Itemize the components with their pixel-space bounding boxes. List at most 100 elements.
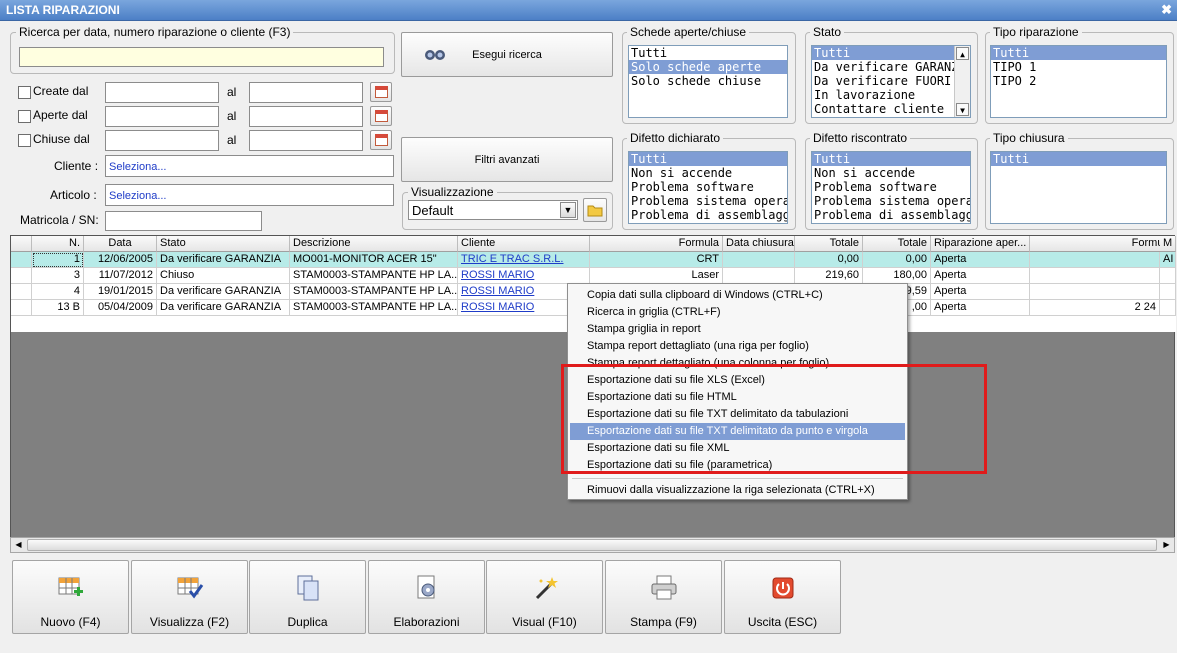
visual-button[interactable]: Visual (F10) [486, 560, 603, 634]
cell[interactable] [1160, 300, 1176, 316]
schede-list[interactable]: Tutti Solo schede aperte Solo schede chi… [628, 45, 788, 118]
list-item[interactable]: Tutti [991, 46, 1166, 60]
difetto-dichiarato-list[interactable]: Tutti Non si accende Problema software P… [628, 151, 788, 224]
list-item[interactable]: Tutti [629, 152, 787, 166]
client-select[interactable]: Seleziona... [105, 155, 394, 177]
cell[interactable]: 4 [32, 284, 84, 300]
cell[interactable]: 12/06/2005 [84, 252, 157, 268]
cell[interactable]: Da verificare GARANZIA [157, 300, 290, 316]
list-item[interactable]: TIPO 2 [991, 74, 1166, 88]
cell[interactable]: 13 B [32, 300, 84, 316]
cell[interactable]: 219,60 [795, 268, 863, 284]
cell[interactable] [723, 252, 795, 268]
column-header[interactable]: Formula [590, 236, 723, 252]
menu-item-search-grid[interactable]: Ricerca in griglia (CTRL+F) [570, 304, 905, 321]
chevron-left-icon[interactable]: ◀ [12, 539, 25, 551]
exit-button[interactable]: Uscita (ESC) [724, 560, 841, 634]
column-header[interactable]: Data chiusura [723, 236, 795, 252]
list-item[interactable]: Tutti [629, 46, 787, 60]
cell[interactable]: ROSSI MARIO [458, 268, 590, 284]
list-item[interactable]: Problema software [812, 180, 970, 194]
cell[interactable] [1030, 284, 1160, 300]
menu-item-print-grid[interactable]: Stampa griglia in report [570, 321, 905, 338]
column-header[interactable]: N. [32, 236, 84, 252]
cell[interactable]: Da verificare GARANZIA [157, 284, 290, 300]
cell[interactable]: 180,00 [863, 268, 931, 284]
calendar-icon[interactable] [370, 130, 392, 150]
menu-item-print-row-report[interactable]: Stampa report dettagliato (una riga per … [570, 338, 905, 355]
cell[interactable]: Aperta [931, 252, 1030, 268]
tipo-chiusura-list[interactable]: Tutti [990, 151, 1167, 224]
list-item[interactable]: Tutti [812, 46, 970, 60]
tipo-riparazione-list[interactable]: Tutti TIPO 1 TIPO 2 [990, 45, 1167, 118]
list-item[interactable]: Problema di assemblagg [812, 208, 970, 222]
menu-item-copy-clipboard[interactable]: Copia dati sulla clipboard di Windows (C… [570, 287, 905, 304]
list-item[interactable]: Problema di assemblagg [629, 208, 787, 222]
list-item[interactable]: Da verificare FUORI GA [812, 74, 970, 88]
cell[interactable]: Aperta [931, 300, 1030, 316]
opened-from-field[interactable] [105, 106, 219, 127]
folder-button[interactable] [583, 198, 607, 222]
menu-item-remove-row[interactable]: Rimuovi dalla visualizzazione la riga se… [570, 482, 905, 499]
list-item[interactable]: Da verificare GARANZI [812, 60, 970, 74]
cell[interactable]: STAM0003-STAMPANTE HP LA... [290, 284, 458, 300]
list-item[interactable]: Non si accende [812, 166, 970, 180]
closed-to-field[interactable] [249, 130, 363, 151]
list-item[interactable]: Solo schede aperte [629, 60, 787, 74]
table-row[interactable]: 1 12/06/2005 Da verificare GARANZIA MO00… [11, 252, 1176, 268]
close-icon[interactable]: ✖ [1161, 2, 1172, 18]
cell[interactable]: Aperta [931, 268, 1030, 284]
cell[interactable] [1030, 268, 1160, 284]
column-header[interactable]: Descrizione [290, 236, 458, 252]
advanced-filters-button[interactable]: Filtri avanzati [401, 137, 613, 182]
cell[interactable]: 0,00 [795, 252, 863, 268]
created-from-field[interactable] [105, 82, 219, 103]
closed-checkbox[interactable] [18, 134, 31, 147]
cell[interactable]: CRT [590, 252, 723, 268]
cell[interactable]: 1 [32, 252, 84, 268]
column-header[interactable]: Formula [1030, 236, 1176, 252]
process-button[interactable]: Elaborazioni [368, 560, 485, 634]
stato-scrollbar[interactable]: ▲ ▼ [954, 46, 970, 117]
list-item[interactable]: Non si accende [629, 166, 787, 180]
cell[interactable]: STAM0003-STAMPANTE HP LA... [290, 268, 458, 284]
closed-from-field[interactable] [105, 130, 219, 151]
horizontal-scrollbar[interactable]: ◀ ▶ [10, 537, 1175, 553]
serial-field[interactable] [105, 211, 262, 231]
calendar-icon[interactable] [370, 82, 392, 102]
cell[interactable]: 0,00 [863, 252, 931, 268]
duplicate-button[interactable]: Duplica [249, 560, 366, 634]
cell[interactable]: 3 [32, 268, 84, 284]
new-button[interactable]: Nuovo (F4) [12, 560, 129, 634]
chevron-down-icon[interactable]: ▼ [956, 103, 969, 116]
column-header[interactable]: Cliente [458, 236, 590, 252]
column-header[interactable]: Riparazione aper... [931, 236, 1030, 252]
cell[interactable]: 19/01/2015 [84, 284, 157, 300]
cell[interactable]: Da verificare GARANZIA [157, 252, 290, 268]
column-header[interactable]: Totale [863, 236, 931, 252]
list-item[interactable]: TIPO 1 [991, 60, 1166, 74]
list-item[interactable]: In lavorazione [812, 88, 970, 102]
list-item[interactable]: Tutti [991, 152, 1166, 166]
cell[interactable]: MO001-MONITOR ACER 15" [290, 252, 458, 268]
execute-search-button[interactable]: Esegui ricerca [401, 32, 613, 77]
cell[interactable] [723, 268, 795, 284]
created-checkbox[interactable] [18, 86, 31, 99]
article-select[interactable]: Seleziona... [105, 184, 394, 206]
stato-list[interactable]: Tutti Da verificare GARANZI Da verificar… [811, 45, 971, 118]
print-button[interactable]: Stampa (F9) [605, 560, 722, 634]
cell[interactable] [1030, 252, 1160, 268]
cell[interactable]: Chiuso [157, 268, 290, 284]
column-header[interactable]: Data [84, 236, 157, 252]
calendar-icon[interactable] [370, 106, 392, 126]
table-row[interactable]: 3 11/07/2012 Chiuso STAM0003-STAMPANTE H… [11, 268, 1176, 284]
chevron-down-icon[interactable]: ▼ [560, 202, 576, 218]
cell[interactable] [1160, 268, 1176, 284]
cell[interactable]: 05/04/2009 [84, 300, 157, 316]
search-input[interactable] [19, 47, 384, 67]
list-item[interactable]: Contattare cliente [812, 102, 970, 116]
list-item[interactable]: Problema software [629, 180, 787, 194]
chevron-right-icon[interactable]: ▶ [1160, 539, 1173, 551]
list-item[interactable]: Solo schede chiuse [629, 74, 787, 88]
chevron-up-icon[interactable]: ▲ [956, 47, 969, 60]
